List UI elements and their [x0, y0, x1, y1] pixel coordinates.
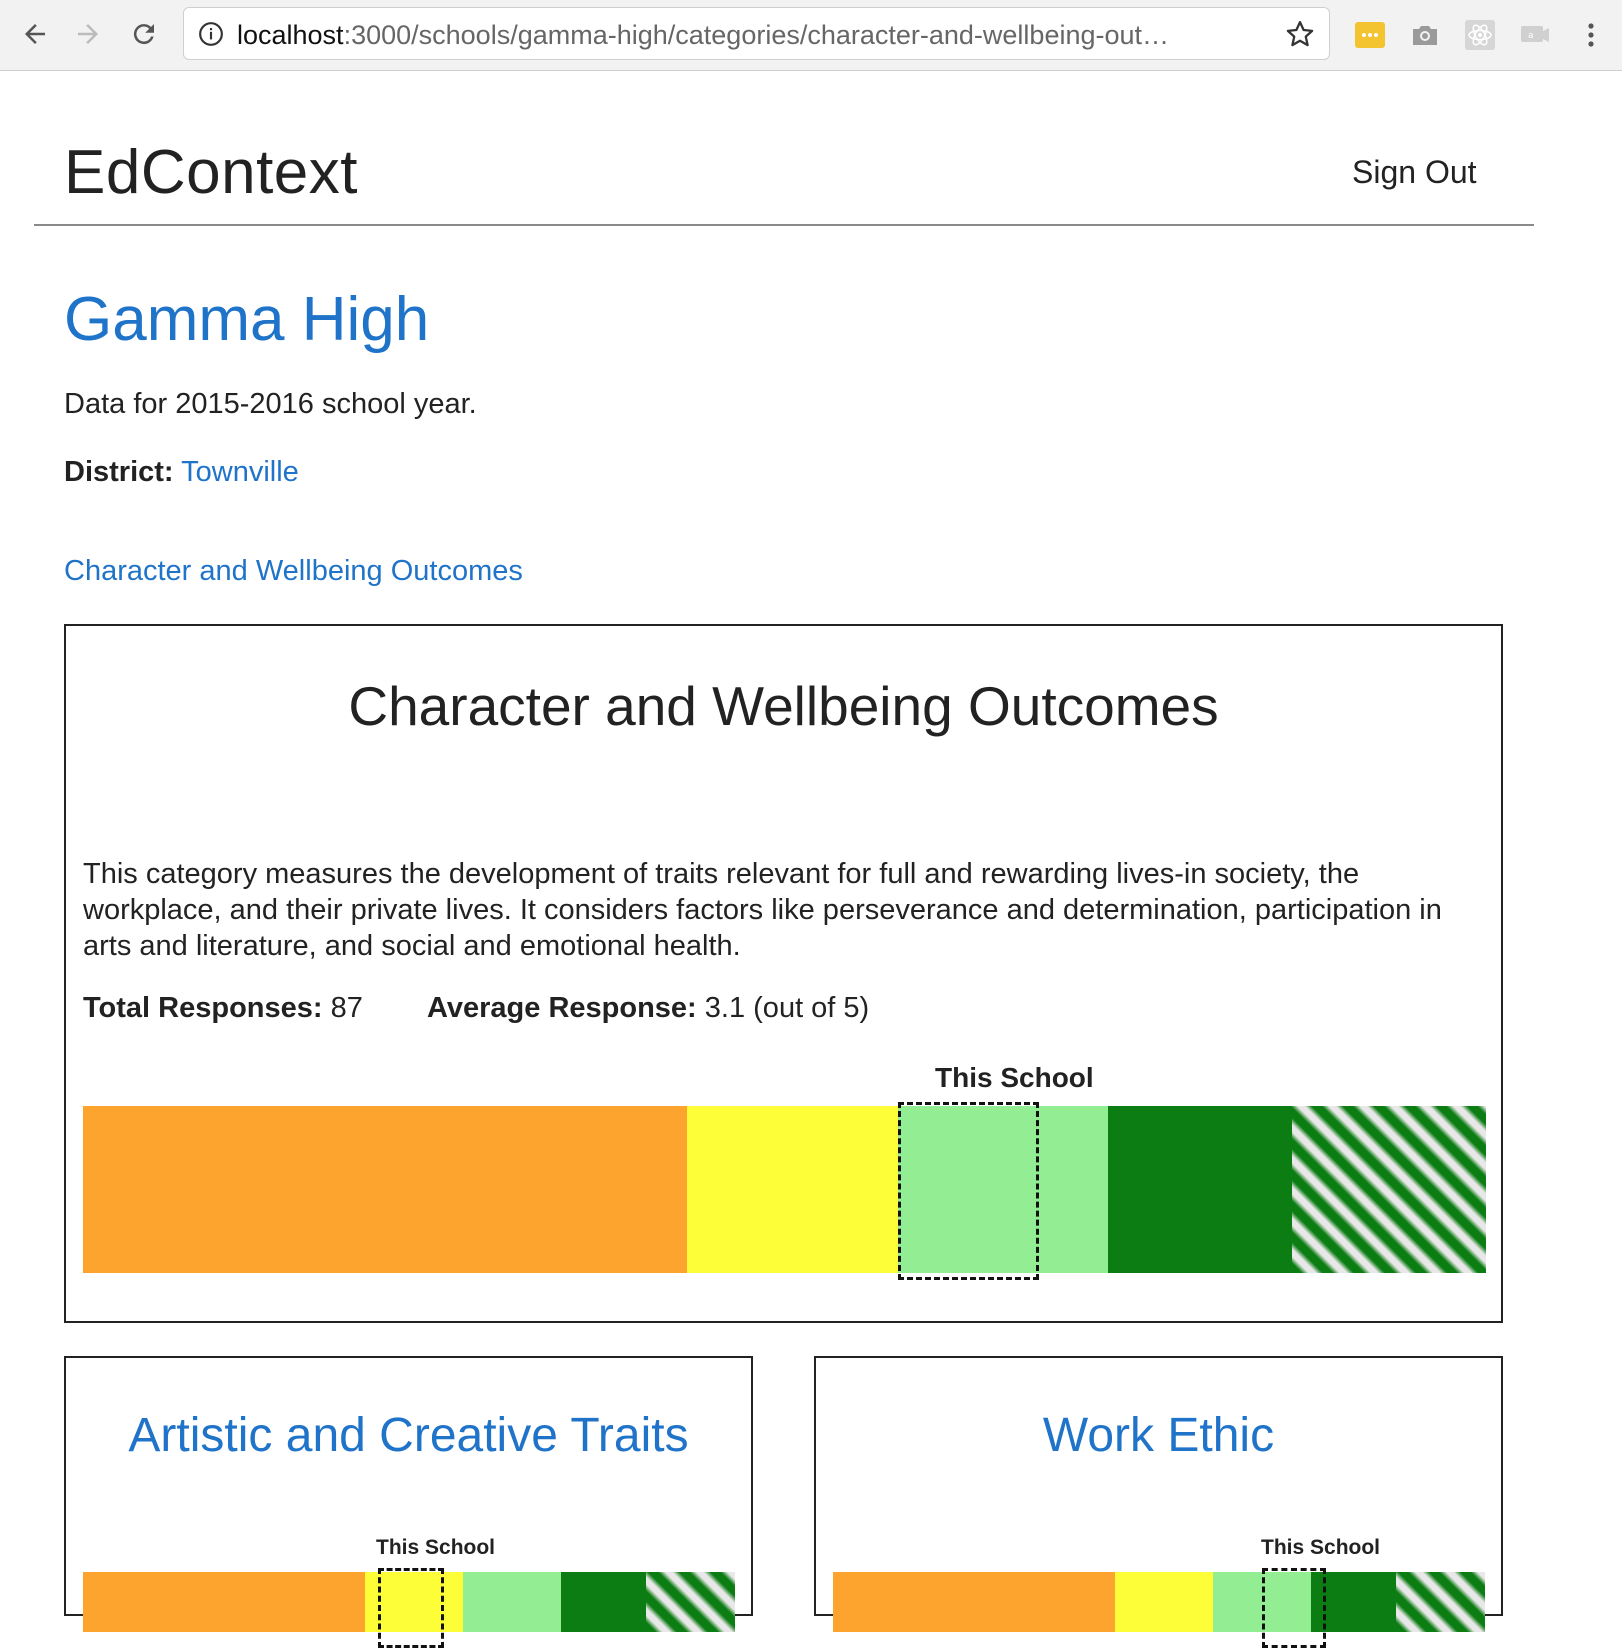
- url-path: :3000/schools/gamma-high/categories/char…: [343, 20, 1170, 50]
- star-icon[interactable]: [1285, 19, 1315, 49]
- address-bar[interactable]: localhost:3000/schools/gamma-high/catego…: [183, 7, 1330, 60]
- total-responses-label: Total Responses:: [83, 992, 323, 1024]
- school-title[interactable]: Gamma High: [64, 284, 429, 355]
- zone-orange: [83, 1106, 687, 1273]
- zone-hatched-green: [1292, 1106, 1486, 1273]
- browser-toolbar: localhost:3000/schools/gamma-high/catego…: [0, 0, 1622, 71]
- url-text[interactable]: localhost:3000/schools/gamma-high/catego…: [237, 20, 1169, 50]
- react-devtools-icon[interactable]: [1463, 18, 1497, 52]
- subcategory-title-link[interactable]: Work Ethic: [816, 1408, 1501, 1463]
- extension-grey-icon[interactable]: a: [1518, 18, 1552, 52]
- svg-text:a: a: [1528, 31, 1534, 41]
- zone-light-green: [463, 1572, 561, 1632]
- this-school-marker: [1262, 1568, 1326, 1648]
- zone-orange: [833, 1572, 1115, 1632]
- zone-dark-green: [561, 1572, 646, 1632]
- subcategory-card: Work Ethic This School: [814, 1356, 1503, 1648]
- this-school-label: This School: [1261, 1536, 1381, 1559]
- score-zone-bar: [83, 1106, 1486, 1273]
- camera-icon[interactable]: [1408, 18, 1442, 52]
- average-response-label: Average Response:: [427, 992, 697, 1024]
- category-description: This category measures the development o…: [83, 858, 1442, 962]
- average-response-value: 3.1 (out of 5): [704, 992, 870, 1024]
- this-school-label: This School: [376, 1536, 496, 1559]
- this-school-marker: [898, 1102, 1039, 1280]
- district-link[interactable]: Townville: [181, 456, 299, 488]
- zone-orange: [83, 1572, 365, 1632]
- url-host: localhost: [237, 20, 344, 50]
- this-school-marker: [378, 1568, 444, 1648]
- score-zone-bar: [833, 1572, 1485, 1632]
- subcategory-title-link[interactable]: Artistic and Creative Traits: [66, 1408, 751, 1463]
- district-label: District:: [64, 456, 174, 488]
- zone-yellow: [1115, 1572, 1213, 1632]
- menu-dots-icon[interactable]: [1574, 18, 1608, 52]
- total-responses-value: 87: [330, 992, 363, 1024]
- sign-out-link[interactable]: Sign Out: [1352, 154, 1477, 191]
- this-school-label: This School: [935, 1062, 1094, 1093]
- back-arrow-icon[interactable]: [13, 12, 57, 56]
- forward-arrow-icon[interactable]: [66, 12, 110, 56]
- breadcrumb-category[interactable]: Character and Wellbeing Outcomes: [64, 555, 523, 588]
- zone-dark-green: [1108, 1106, 1292, 1273]
- info-icon[interactable]: [198, 21, 224, 47]
- subcategory-card: Artistic and Creative Traits This School: [64, 1356, 753, 1648]
- category-stats: Total Responses: 87 Average Response: 3.…: [83, 992, 869, 1025]
- brand-logo[interactable]: EdContext: [64, 137, 358, 208]
- extension-yellow-icon[interactable]: [1353, 18, 1387, 52]
- zone-yellow: [687, 1106, 898, 1273]
- school-year-text: Data for 2015-2016 school year.: [64, 388, 477, 420]
- reload-icon[interactable]: [122, 12, 166, 56]
- district-line: District: Townville: [64, 456, 299, 489]
- category-title: Character and Wellbeing Outcomes: [348, 675, 1219, 737]
- category-card: Character and Wellbeing Outcomes This ca…: [64, 624, 1503, 1323]
- header-divider: [34, 224, 1534, 226]
- zone-hatched-green: [646, 1572, 735, 1632]
- zone-hatched-green: [1396, 1572, 1485, 1632]
